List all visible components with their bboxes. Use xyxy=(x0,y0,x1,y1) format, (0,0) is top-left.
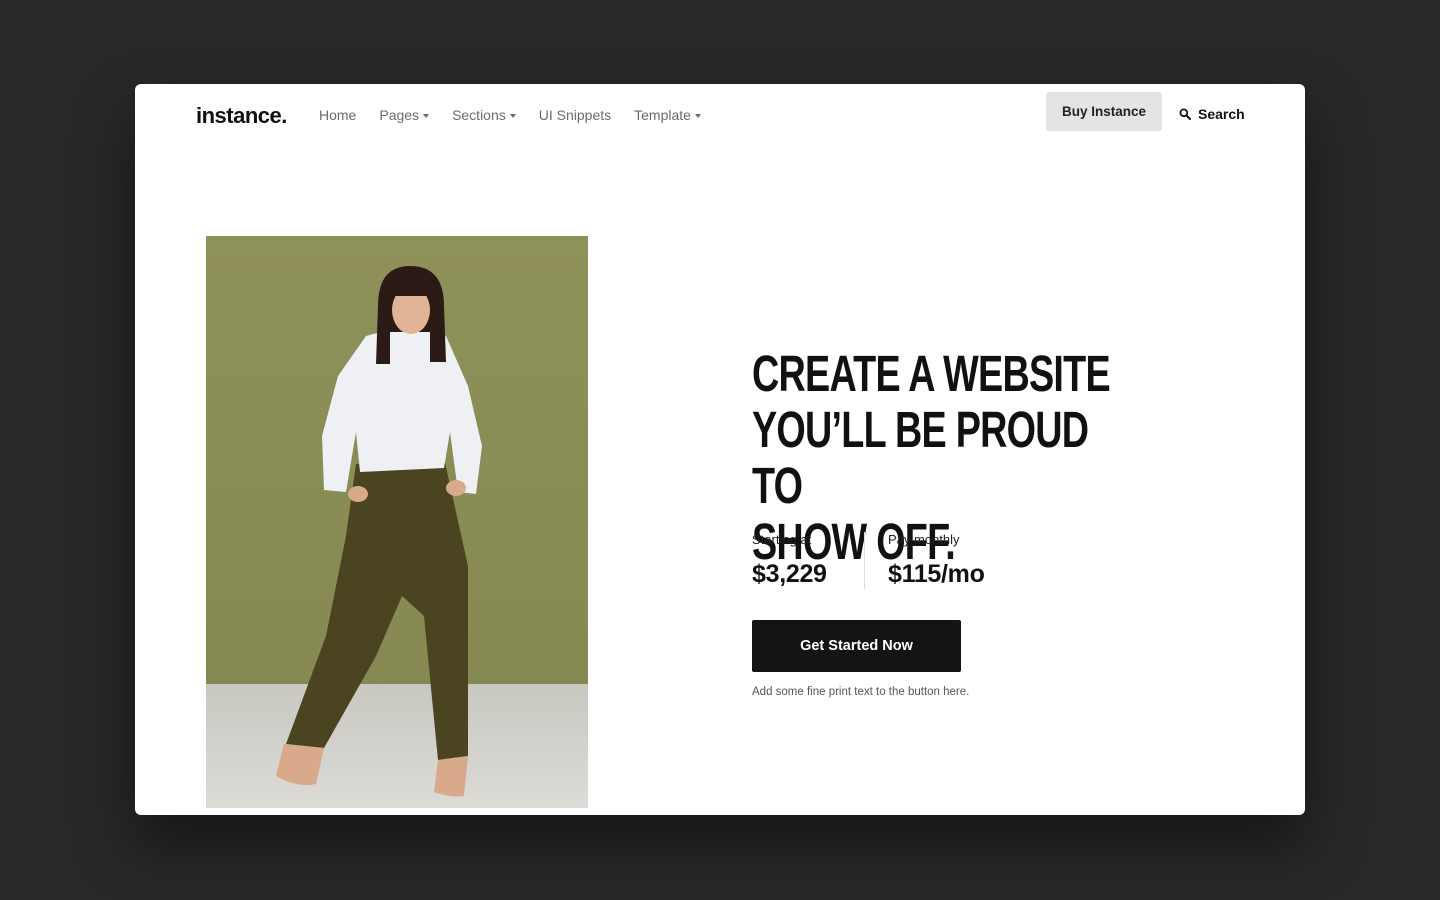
nav-item-template[interactable]: Template xyxy=(634,106,701,124)
price-monthly: Pay monthly $115/mo xyxy=(864,532,1014,589)
price-value: $3,229 xyxy=(752,560,827,588)
chevron-down-icon xyxy=(694,113,701,118)
model-illustration xyxy=(206,236,588,808)
chevron-down-icon xyxy=(423,113,430,118)
top-navigation: instance. Home Pages Sections UI Snippet… xyxy=(135,84,1305,146)
nav-item-sections[interactable]: Sections xyxy=(452,106,516,124)
buy-instance-button[interactable]: Buy Instance xyxy=(1046,92,1162,131)
search-label: Search xyxy=(1198,106,1245,122)
search-icon xyxy=(1179,108,1191,120)
price-label: Pay monthly xyxy=(888,532,960,547)
nav-item-label: Template xyxy=(634,107,691,123)
nav-item-label: Pages xyxy=(379,107,420,123)
fine-print: Add some fine print text to the button h… xyxy=(752,686,970,698)
headline-line: CREATE A WEBSITE xyxy=(752,345,1111,402)
nav-item-label: UI Snippets xyxy=(538,107,612,123)
hero-photo xyxy=(206,236,588,808)
browser-window: instance. Home Pages Sections UI Snippet… xyxy=(135,84,1305,815)
nav-item-home[interactable]: Home xyxy=(319,106,356,124)
nav-item-label: Sections xyxy=(452,107,506,123)
price-value: $115/mo xyxy=(888,560,985,588)
brand-logo[interactable]: instance. xyxy=(196,103,287,129)
search-link[interactable]: Search xyxy=(1179,106,1245,122)
nav-item-ui-snippets[interactable]: UI Snippets xyxy=(539,106,611,124)
get-started-button[interactable]: Get Started Now xyxy=(752,620,961,672)
chevron-down-icon xyxy=(509,113,516,118)
nav-item-label: Home xyxy=(319,107,357,123)
price-starting: Starting at $3,229 xyxy=(752,532,864,589)
headline-line: YOU’LL BE PROUD TO xyxy=(752,401,1089,514)
nav-item-pages[interactable]: Pages xyxy=(379,106,430,124)
main-menu: Home Pages Sections UI Snippets Template xyxy=(319,106,724,124)
pricing-block: Starting at $3,229 Pay monthly $115/mo xyxy=(752,532,1014,589)
hero-content: CREATE A WEBSITE YOU’LL BE PROUD TO SHOW… xyxy=(752,345,1172,698)
price-label: Starting at xyxy=(752,532,812,547)
